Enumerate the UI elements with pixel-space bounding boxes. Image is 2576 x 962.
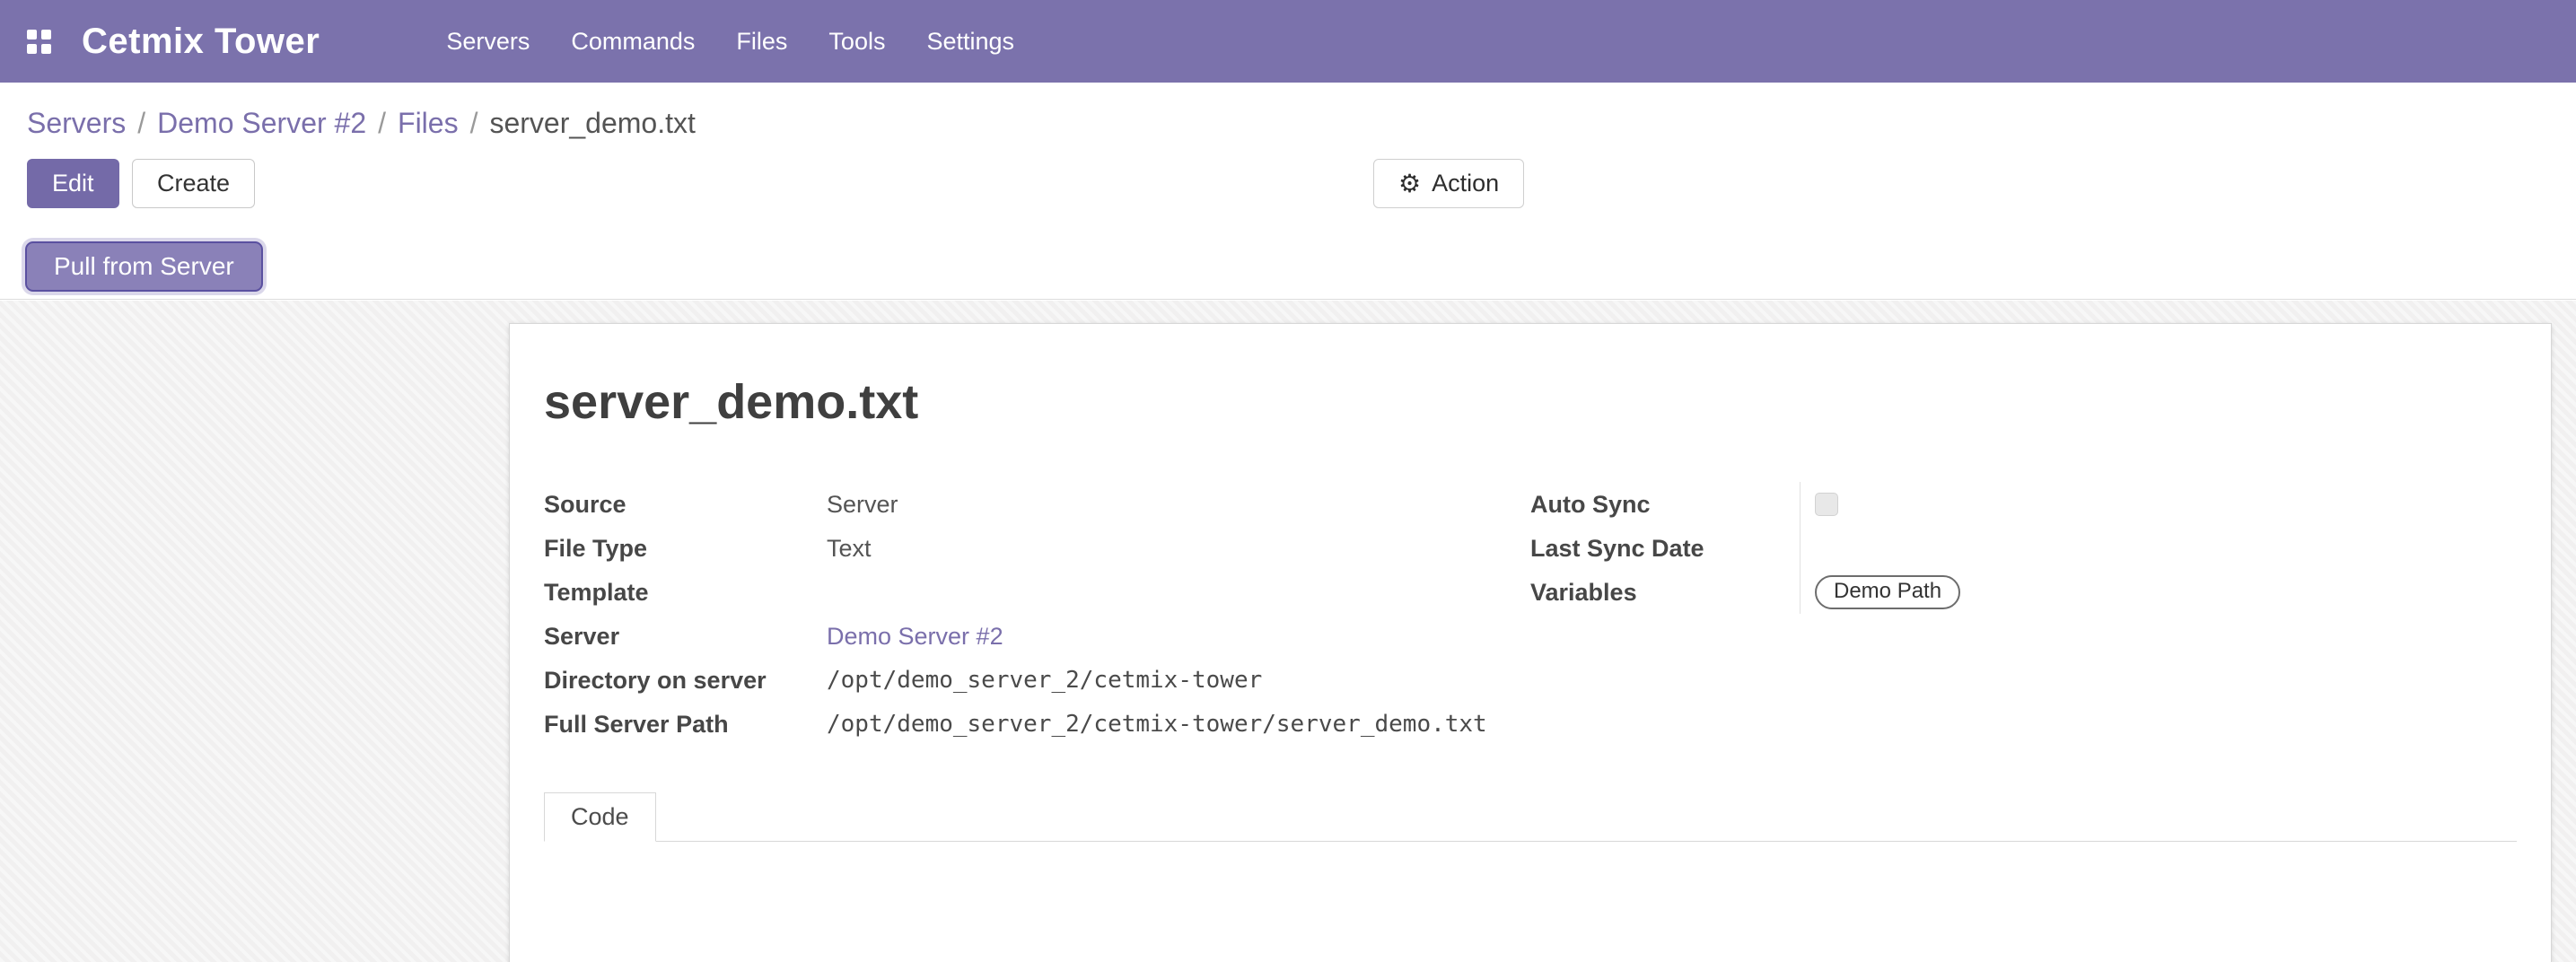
field-row-variables: Variables Demo Path — [1530, 570, 2517, 614]
page: Cetmix Tower Servers Commands Files Tool… — [0, 0, 2576, 962]
tab-code-content — [544, 842, 2517, 962]
breadcrumb: Servers / Demo Server #2 / Files / server_demo… — [0, 83, 2576, 141]
breadcrumb-separator: / — [137, 107, 145, 139]
field-row-auto-sync: Auto Sync — [1530, 482, 2517, 526]
menu-item-tools[interactable]: Tools — [808, 0, 906, 83]
action-button-label: Action — [1432, 170, 1499, 197]
field-value-directory: /opt/demo_server_2/cetmix-tower — [827, 665, 1262, 695]
notebook-tab-bar: Code — [544, 792, 2517, 842]
menu-item-files[interactable]: Files — [715, 0, 808, 83]
form-background: server_demo.txt Source Server File Type … — [0, 301, 2576, 962]
field-value-server-link[interactable]: Demo Server #2 — [827, 621, 1003, 652]
breadcrumb-separator: / — [378, 107, 386, 139]
field-group-right: Auto Sync Last Sync Date Variables — [1530, 482, 2517, 746]
field-value-source: Server — [827, 489, 898, 520]
field-value-file-type: Text — [827, 533, 872, 564]
field-label-full-path: Full Server Path — [544, 709, 827, 739]
auto-sync-checkbox[interactable] — [1815, 493, 1838, 516]
breadcrumb-files[interactable]: Files — [398, 107, 459, 139]
field-label-directory: Directory on server — [544, 665, 827, 695]
field-group-left: Source Server File Type Text Template Se… — [544, 482, 1530, 746]
variables-widget-cell: Demo Path — [1800, 570, 1960, 614]
breadcrumb-demo-server[interactable]: Demo Server #2 — [157, 107, 366, 139]
field-row-source: Source Server — [544, 482, 1530, 526]
apps-grid-dot — [41, 30, 51, 39]
field-label-variables: Variables — [1530, 577, 1800, 608]
breadcrumb-servers[interactable]: Servers — [27, 107, 126, 139]
field-label-file-type: File Type — [544, 533, 827, 564]
field-label-last-sync-date: Last Sync Date — [1530, 533, 1800, 564]
app-brand-title[interactable]: Cetmix Tower — [82, 22, 320, 62]
action-button[interactable]: ⚙ Action — [1373, 159, 1524, 208]
field-row-full-path: Full Server Path /opt/demo_server_2/cetm… — [544, 702, 1530, 746]
edit-button[interactable]: Edit — [27, 159, 119, 208]
tab-code[interactable]: Code — [544, 792, 656, 842]
top-navbar: Cetmix Tower Servers Commands Files Tool… — [0, 0, 2576, 83]
button-row: Edit Create ⚙ Action — [27, 159, 2576, 209]
form-sheet: server_demo.txt Source Server File Type … — [509, 323, 2552, 962]
field-groups: Source Server File Type Text Template Se… — [544, 482, 2517, 746]
field-value-full-path: /opt/demo_server_2/cetmix-tower/server_d… — [827, 709, 1487, 739]
field-label-auto-sync: Auto Sync — [1530, 489, 1800, 520]
page-title: server_demo.txt — [544, 374, 2517, 430]
apps-grid-icon[interactable] — [27, 30, 51, 54]
field-label-source: Source — [544, 489, 827, 520]
control-panel: Servers / Demo Server #2 / Files / server_demo… — [0, 83, 2576, 300]
breadcrumb-current: server_demo.txt — [489, 107, 695, 139]
apps-grid-dot — [27, 44, 37, 54]
field-row-file-type: File Type Text — [544, 526, 1530, 570]
field-row-server: Server Demo Server #2 — [544, 614, 1530, 658]
menu-item-commands[interactable]: Commands — [550, 0, 715, 83]
main-menu: Servers Commands Files Tools Settings — [425, 0, 1035, 83]
field-row-directory: Directory on server /opt/demo_server_2/c… — [544, 658, 1530, 702]
pull-row: Pull from Server — [25, 241, 2576, 292]
breadcrumb-separator: / — [470, 107, 478, 139]
pull-from-server-button[interactable]: Pull from Server — [25, 241, 263, 292]
last-sync-date-widget-cell — [1800, 526, 1815, 570]
field-label-server: Server — [544, 621, 827, 652]
apps-grid-dot — [27, 30, 37, 39]
menu-item-settings[interactable]: Settings — [906, 0, 1035, 83]
apps-grid-dot — [41, 44, 51, 54]
variable-tag-demo-path: Demo Path — [1815, 575, 1960, 609]
field-row-last-sync-date: Last Sync Date — [1530, 526, 2517, 570]
field-row-template: Template — [544, 570, 1530, 614]
gear-icon: ⚙ — [1398, 171, 1421, 197]
menu-item-servers[interactable]: Servers — [425, 0, 550, 83]
create-button[interactable]: Create — [132, 159, 255, 208]
field-label-template: Template — [544, 577, 827, 608]
auto-sync-widget-cell — [1800, 482, 1838, 526]
